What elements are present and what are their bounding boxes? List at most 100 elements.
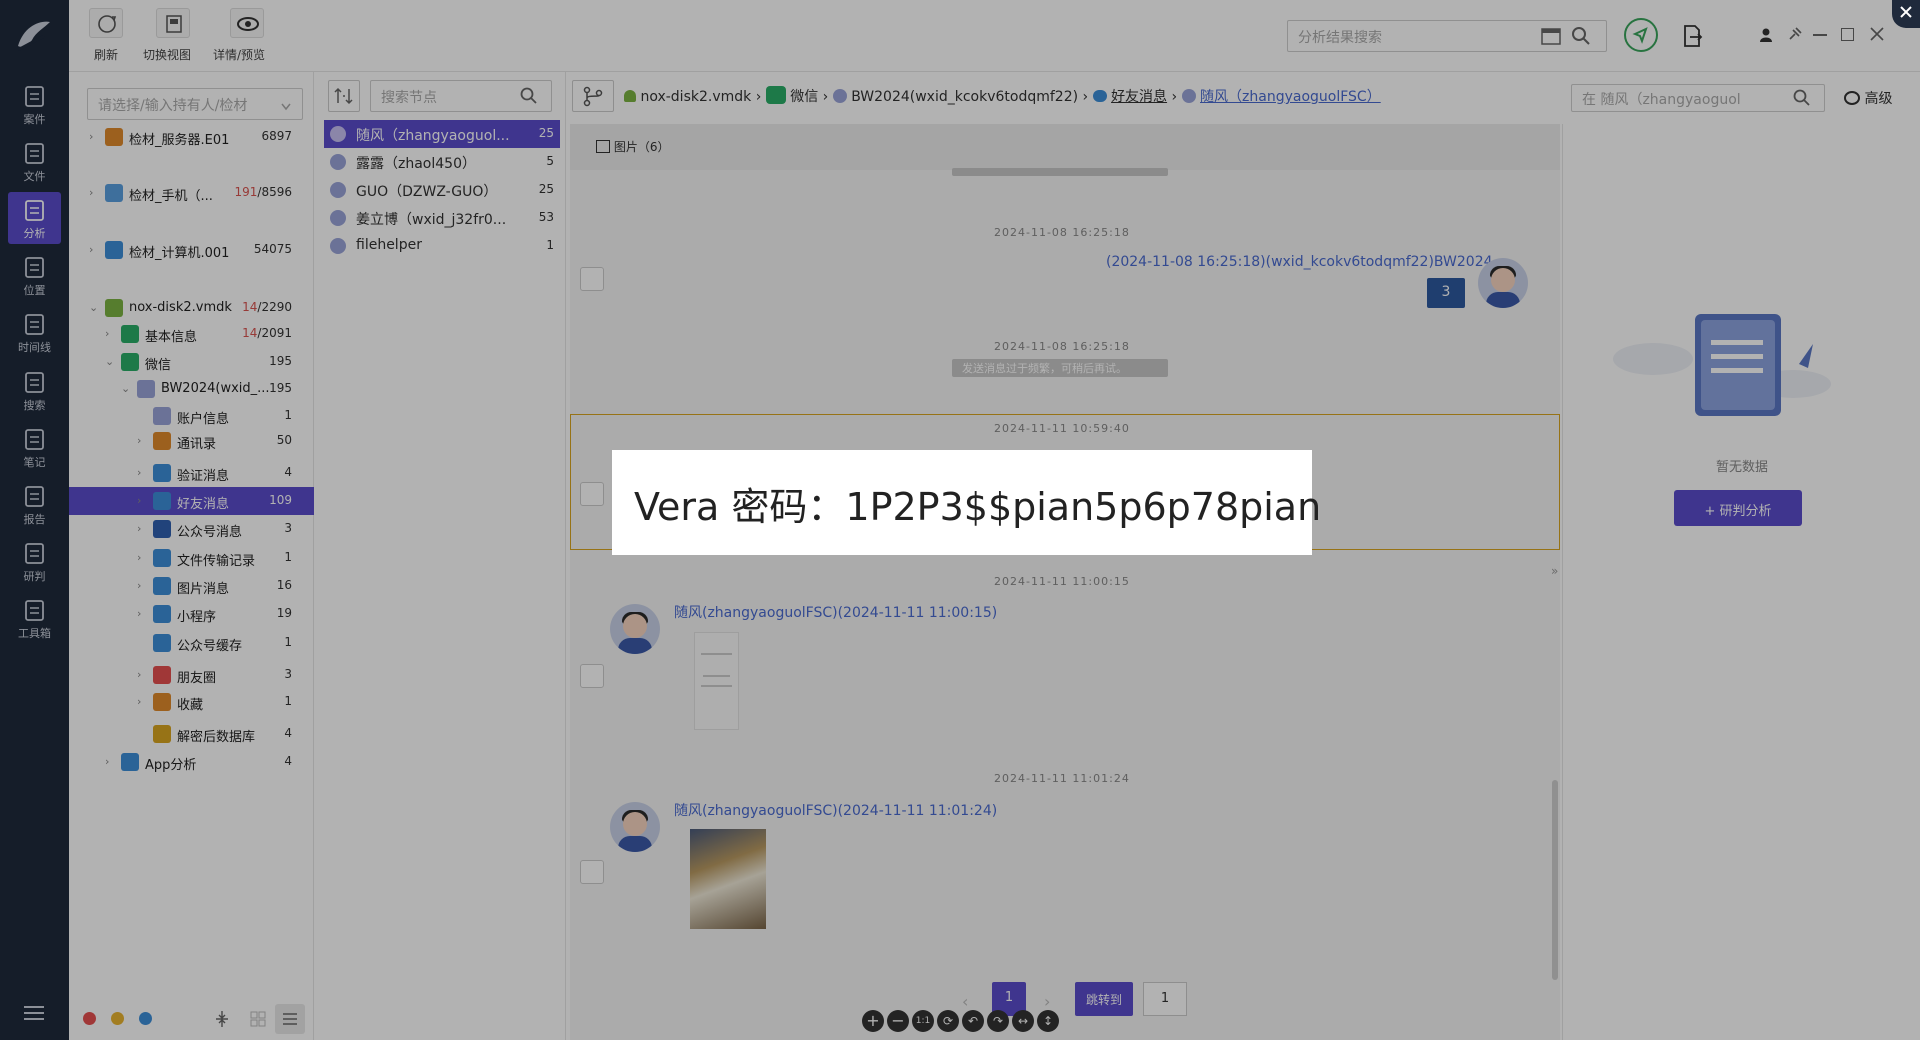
sort-button[interactable]: [328, 80, 360, 112]
chevron-right-icon[interactable]: ›: [137, 466, 141, 479]
node-row[interactable]: 随风（zhangyaoguol... 25: [324, 120, 560, 148]
prev-page-icon[interactable]: ‹: [962, 992, 968, 1011]
node-row[interactable]: filehelper 1: [324, 232, 560, 260]
node-row[interactable]: GUO（DZWZ-GUO） 25: [324, 176, 560, 204]
rail-item-note[interactable]: 笔记: [8, 421, 61, 473]
avatar[interactable]: [1478, 258, 1528, 308]
tree-row[interactable]: ⌄ BW2024(wxid_... 195: [69, 375, 314, 403]
next-page-icon[interactable]: ›: [1044, 992, 1050, 1011]
tree-row[interactable]: › 小程序 19: [69, 600, 314, 628]
rotate-left-icon[interactable]: ↶: [962, 1010, 984, 1032]
message-checkbox[interactable]: [580, 267, 604, 291]
message-bubble[interactable]: 3: [1427, 278, 1465, 308]
flip-horizontal-icon[interactable]: ↔: [1012, 1010, 1034, 1032]
close-icon[interactable]: [1869, 26, 1885, 42]
tree-row[interactable]: › 图片消息 16: [69, 572, 314, 600]
chevron-right-icon[interactable]: ›: [89, 243, 93, 256]
tree-row[interactable]: › 检材_手机（... 191/8596: [69, 179, 314, 207]
chevron-right-icon[interactable]: ›: [137, 607, 141, 620]
maximize-icon[interactable]: [1841, 28, 1854, 41]
tree-row[interactable]: › 文件传输记录 1: [69, 544, 314, 572]
rail-item-timeline[interactable]: 时间线: [8, 306, 61, 358]
rail-item-location-pin[interactable]: 位置: [8, 249, 61, 301]
holder-select[interactable]: 请选择/输入持有人/检材: [87, 88, 303, 120]
tree-row[interactable]: › 通讯录 50: [69, 427, 314, 455]
message-checkbox[interactable]: [580, 482, 604, 506]
message-sender[interactable]: 随风(zhangyaoguolFSC)(2024-11-11 11:00:15): [674, 602, 997, 622]
rail-item-toolbox[interactable]: 工具箱: [8, 592, 61, 644]
node-row[interactable]: 姜立博（wxid_j32fr0... 53: [324, 204, 560, 232]
panel-toggle-icon[interactable]: »: [1551, 564, 1558, 578]
advanced-search-button[interactable]: 高级: [1844, 88, 1904, 110]
chevron-right-icon[interactable]: ›: [105, 327, 109, 340]
tree-row[interactable]: › 收藏 1: [69, 688, 314, 716]
image-thumbnail[interactable]: [690, 829, 766, 929]
tree-row[interactable]: › 公众号消息 3: [69, 515, 314, 543]
chat-scroll-area[interactable]: 2024-11-08 16:25:18 (2024-11-08 16:25:18…: [570, 168, 1560, 1040]
tree-row[interactable]: ⌄ nox-disk2.vmdk 14/2290: [69, 294, 314, 322]
breadcrumb-item-account[interactable]: BW2024(wxid_kcokv6todqmf22): [851, 89, 1078, 105]
user-icon[interactable]: [1759, 28, 1773, 42]
close-icon[interactable]: [1892, 0, 1920, 28]
rail-item-folder[interactable]: 文件: [8, 135, 61, 187]
tree-row[interactable]: › App分析 4: [69, 748, 314, 776]
rail-item-judge[interactable]: 研判: [8, 535, 61, 587]
pin-icon[interactable]: [1787, 26, 1803, 42]
menu-icon[interactable]: [24, 1005, 44, 1021]
tree-row[interactable]: › 好友消息 109: [69, 487, 314, 515]
flip-vertical-icon[interactable]: ↕: [1037, 1010, 1059, 1032]
analyze-button[interactable]: + 研判分析: [1674, 490, 1802, 526]
list-view-icon[interactable]: [275, 1004, 305, 1034]
refresh-button[interactable]: 刷新: [89, 8, 123, 63]
avatar[interactable]: [610, 604, 660, 654]
jump-to-button[interactable]: 跳转到: [1075, 982, 1133, 1016]
chevron-down-icon[interactable]: ⌄: [89, 301, 98, 314]
zoom-out-icon[interactable]: −: [887, 1010, 909, 1032]
detail-preview-button[interactable]: 详情/预览: [213, 8, 265, 63]
status-check-icon[interactable]: [1624, 18, 1658, 52]
zoom-in-icon[interactable]: +: [862, 1010, 884, 1032]
tree-row[interactable]: › 验证消息 4: [69, 459, 314, 487]
node-row[interactable]: 露露（zhaol450） 5: [324, 148, 560, 176]
tree-row[interactable]: › 检材_服务器.E01 6897: [69, 123, 314, 151]
search-icon[interactable]: [1571, 26, 1591, 46]
message-checkbox[interactable]: [580, 860, 604, 884]
red-dot-icon[interactable]: [83, 1012, 96, 1025]
tree-row[interactable]: › 检材_计算机.001 54075: [69, 236, 314, 264]
rail-item-case[interactable]: 案件: [8, 78, 61, 130]
tree-row[interactable]: 解密后数据库 4: [69, 720, 314, 748]
tree-row[interactable]: 账户信息 1: [69, 402, 314, 430]
jump-page-input[interactable]: 1: [1143, 982, 1187, 1016]
chevron-right-icon[interactable]: ›: [89, 130, 93, 143]
tree-row[interactable]: › 朋友圈 3: [69, 661, 314, 689]
chevron-right-icon[interactable]: ›: [137, 522, 141, 535]
tree-row[interactable]: ⌄ 微信 195: [69, 348, 314, 376]
tree-row[interactable]: 公众号缓存 1: [69, 629, 314, 657]
export-icon[interactable]: [1681, 24, 1703, 48]
breadcrumb-item-disk[interactable]: nox-disk2.vmdk: [640, 89, 751, 105]
chevron-right-icon[interactable]: ›: [137, 668, 141, 681]
breadcrumb-item-contact[interactable]: 随风（zhangyaoguolFSC）: [1200, 89, 1381, 105]
actual-size-icon[interactable]: 1:1: [912, 1010, 934, 1032]
collapse-icon[interactable]: [215, 1010, 229, 1028]
scrollbar[interactable]: [1552, 780, 1558, 980]
message-sender[interactable]: 随风(zhangyaoguolFSC)(2024-11-11 11:01:24): [674, 800, 997, 820]
chevron-right-icon[interactable]: ›: [137, 551, 141, 564]
avatar[interactable]: [610, 802, 660, 852]
in-contact-search-input[interactable]: 在 随风（zhangyaoguol: [1571, 84, 1825, 112]
message-checkbox[interactable]: [580, 664, 604, 688]
chevron-down-icon[interactable]: ⌄: [121, 382, 130, 395]
tab-images[interactable]: 图片（6）: [596, 138, 669, 155]
breadcrumb-item-wechat[interactable]: 微信: [790, 89, 818, 105]
chevron-right-icon[interactable]: ›: [89, 186, 93, 199]
yellow-dot-icon[interactable]: [111, 1012, 124, 1025]
calendar-icon[interactable]: [1541, 27, 1561, 45]
tree-row[interactable]: › 基本信息 14/2091: [69, 320, 314, 348]
rail-item-report[interactable]: 报告: [8, 478, 61, 530]
chevron-right-icon[interactable]: ›: [137, 579, 141, 592]
branch-button[interactable]: [572, 80, 614, 112]
image-thumbnail[interactable]: [694, 632, 739, 730]
reset-icon[interactable]: ⟳: [937, 1010, 959, 1032]
chevron-down-icon[interactable]: ⌄: [105, 355, 114, 368]
chevron-right-icon[interactable]: ›: [137, 434, 141, 447]
